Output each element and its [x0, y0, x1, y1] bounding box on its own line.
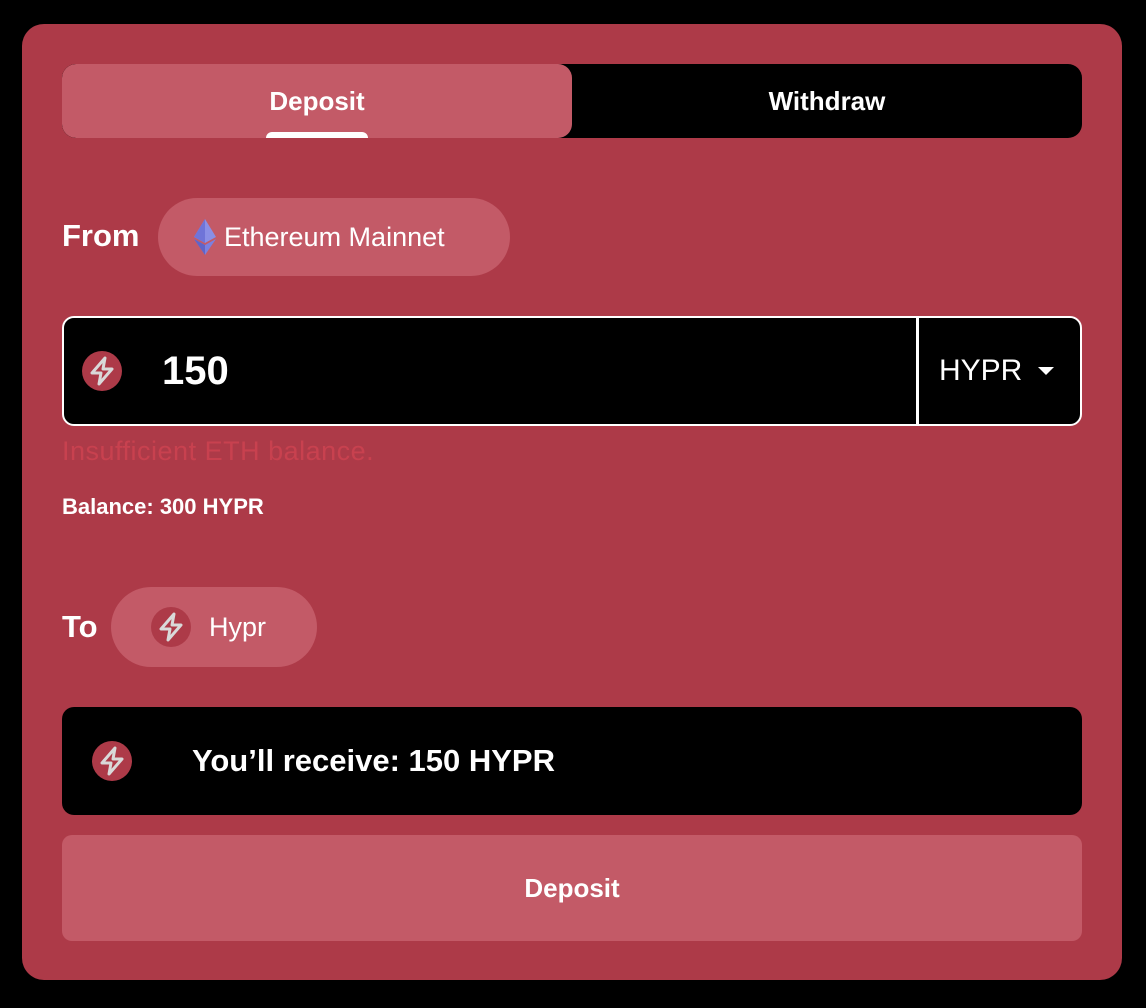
token-dropdown-label: HYPR	[939, 354, 1023, 387]
chevron-down-icon	[1038, 367, 1055, 375]
amount-input-group: HYPR	[62, 316, 1082, 426]
amount-input[interactable]	[162, 348, 862, 394]
tab-deposit[interactable]: Deposit	[62, 64, 572, 138]
to-label: To	[62, 609, 98, 644]
bridge-card: Deposit Withdraw From Ethereum Mainnet 1…	[22, 24, 1122, 980]
deposit-button-label: Deposit	[524, 872, 620, 903]
tab-withdraw[interactable]: Withdraw	[572, 64, 1082, 138]
balance-text: Balance: 300 HYPR	[62, 494, 264, 519]
tab-withdraw-label: Withdraw	[768, 85, 886, 116]
hypr-token-icon	[151, 607, 191, 647]
deposit-button[interactable]: Deposit	[62, 835, 1082, 941]
receive-amount-text: You’ll receive: 150 HYPR	[192, 743, 555, 778]
ethereum-icon	[194, 219, 216, 255]
hypr-token-icon	[82, 351, 122, 391]
error-message: Insufficient ETH balance.	[62, 436, 375, 466]
from-network-selector[interactable]: Ethereum Mainnet	[158, 198, 510, 276]
tab-bar: Deposit Withdraw	[62, 64, 1082, 138]
from-network-label: Ethereum Mainnet	[224, 221, 445, 252]
tab-deposit-label: Deposit	[269, 85, 365, 116]
to-network-selector[interactable]: Hypr	[111, 587, 317, 667]
active-tab-indicator	[266, 132, 368, 138]
hypr-token-icon	[92, 741, 132, 781]
receive-summary: You’ll receive: 150 HYPR	[62, 707, 1082, 815]
from-label: From	[62, 218, 140, 253]
token-dropdown[interactable]: HYPR	[916, 318, 1080, 424]
to-network-label: Hypr	[209, 611, 267, 642]
